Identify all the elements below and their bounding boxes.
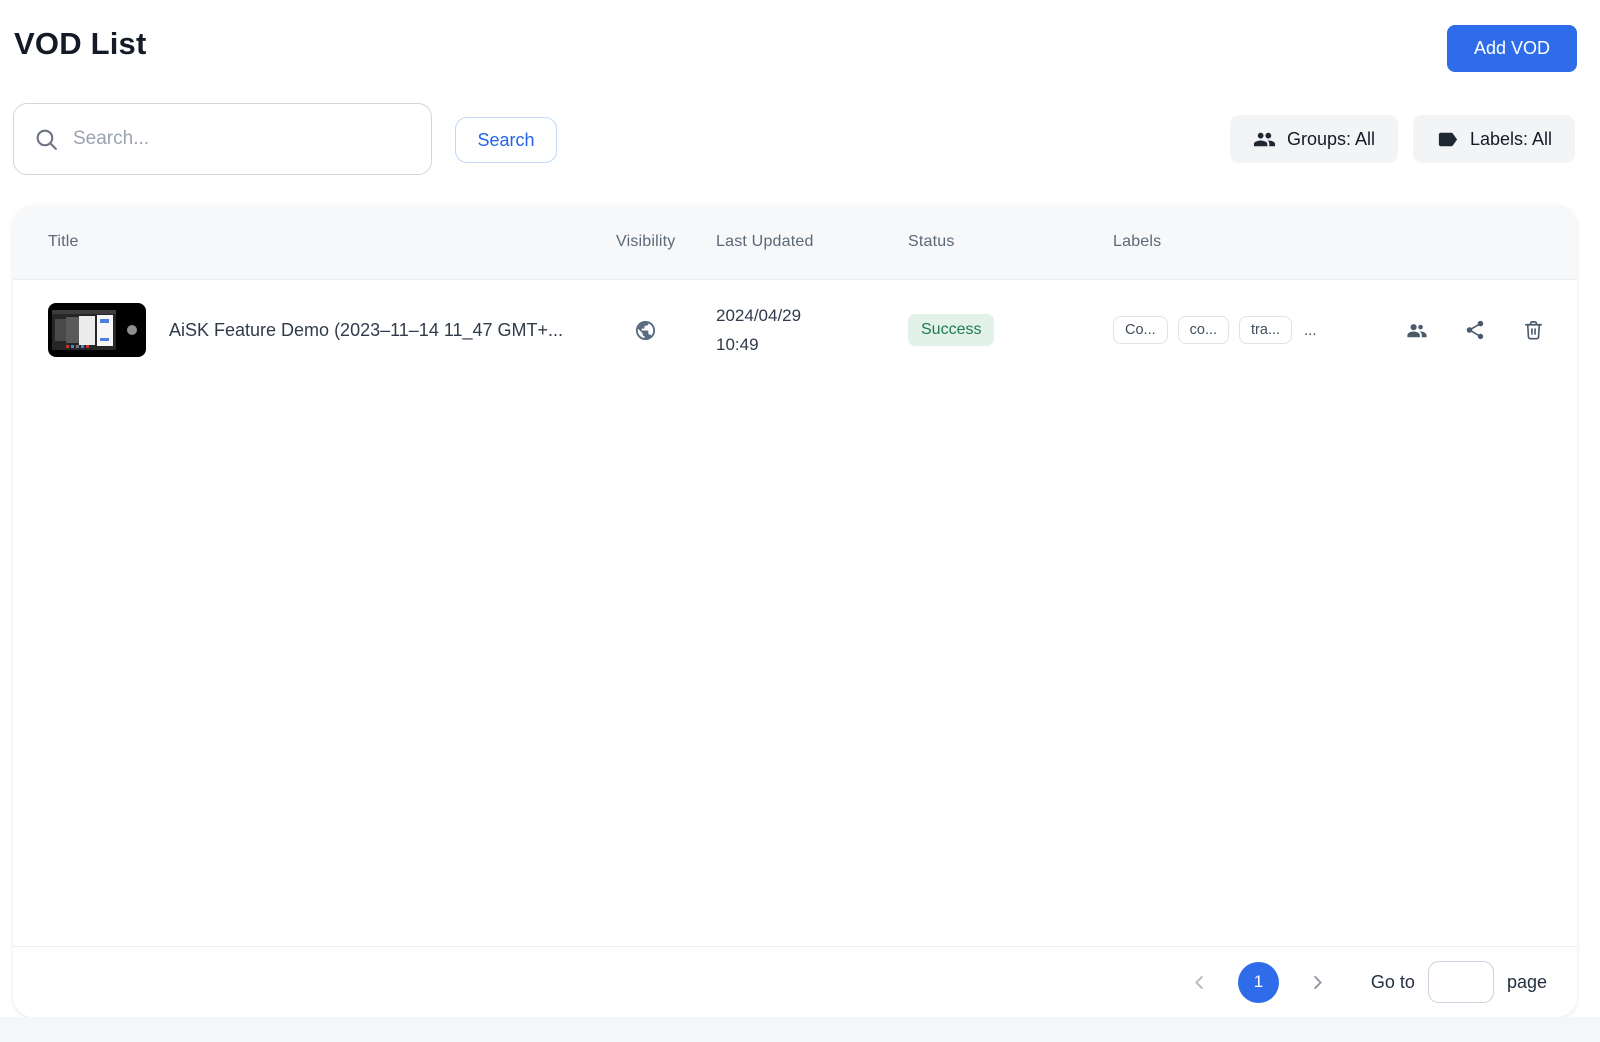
- column-header-last-updated: Last Updated: [716, 233, 908, 251]
- labels-overflow: ...: [1304, 322, 1317, 339]
- vod-thumbnail[interactable]: [48, 303, 146, 357]
- status-badge: Success: [908, 314, 994, 346]
- column-header-visibility: Visibility: [616, 233, 716, 251]
- label-chip[interactable]: co...: [1178, 316, 1229, 344]
- share-icon: [1464, 319, 1486, 341]
- next-page-button[interactable]: [1308, 973, 1327, 992]
- search-box[interactable]: [13, 103, 432, 175]
- column-header-title: Title: [48, 233, 616, 251]
- add-vod-button[interactable]: Add VOD: [1447, 25, 1577, 72]
- chevron-right-icon: [1308, 973, 1327, 992]
- column-header-status: Status: [908, 233, 1113, 251]
- last-updated-time: 10:49: [716, 330, 908, 359]
- last-updated-date: 2024/04/29: [716, 301, 908, 330]
- members-button[interactable]: [1405, 319, 1428, 342]
- previous-page-button[interactable]: [1190, 973, 1209, 992]
- pager: 1: [1190, 962, 1327, 1003]
- page-number-button[interactable]: 1: [1238, 962, 1279, 1003]
- camera-bubble: [127, 325, 137, 335]
- label-chip[interactable]: Co...: [1113, 316, 1168, 344]
- table-row[interactable]: AiSK Feature Demo (2023–11–14 11_47 GMT+…: [13, 280, 1577, 380]
- title-cell: AiSK Feature Demo (2023–11–14 11_47 GMT+…: [48, 303, 616, 357]
- groups-filter-button[interactable]: Groups: All: [1230, 115, 1398, 163]
- trash-icon: [1522, 319, 1545, 342]
- search-button[interactable]: Search: [455, 117, 557, 163]
- labels-cell: Co... co... tra... ...: [1113, 316, 1545, 344]
- globe-public-icon: [634, 319, 657, 342]
- members-icon: [1405, 319, 1428, 342]
- groups-icon: [1253, 128, 1276, 151]
- labels-filter-button[interactable]: Labels: All: [1413, 115, 1575, 163]
- vod-title[interactable]: AiSK Feature Demo (2023–11–14 11_47 GMT+…: [169, 320, 563, 341]
- status-cell: Success: [908, 314, 1113, 346]
- search-icon: [34, 127, 59, 152]
- goto-label: Go to: [1371, 972, 1415, 993]
- chevron-left-icon: [1190, 973, 1209, 992]
- search-input[interactable]: [73, 128, 411, 150]
- goto-page-input[interactable]: [1428, 961, 1494, 1003]
- pagination-bar: 1 Go to page: [13, 946, 1577, 1017]
- share-button[interactable]: [1464, 319, 1486, 341]
- vod-table-card: Title Visibility Last Updated Status Lab…: [13, 205, 1577, 1017]
- visibility-cell: [616, 319, 716, 342]
- groups-filter-label: Groups: All: [1287, 129, 1375, 150]
- delete-button[interactable]: [1522, 319, 1545, 342]
- labels-filter-label: Labels: All: [1470, 129, 1552, 150]
- goto-page-group: Go to page: [1371, 961, 1547, 1003]
- row-actions: [1405, 319, 1545, 342]
- page-background-strip: [0, 1017, 1600, 1042]
- page-label: page: [1507, 972, 1547, 993]
- page-title: VOD List: [14, 26, 147, 62]
- column-header-labels: Labels: [1113, 233, 1545, 251]
- label-chip[interactable]: tra...: [1239, 316, 1292, 344]
- table-header: Title Visibility Last Updated Status Lab…: [13, 205, 1577, 280]
- label-icon: [1436, 128, 1459, 151]
- last-updated-cell: 2024/04/29 10:49: [716, 301, 908, 359]
